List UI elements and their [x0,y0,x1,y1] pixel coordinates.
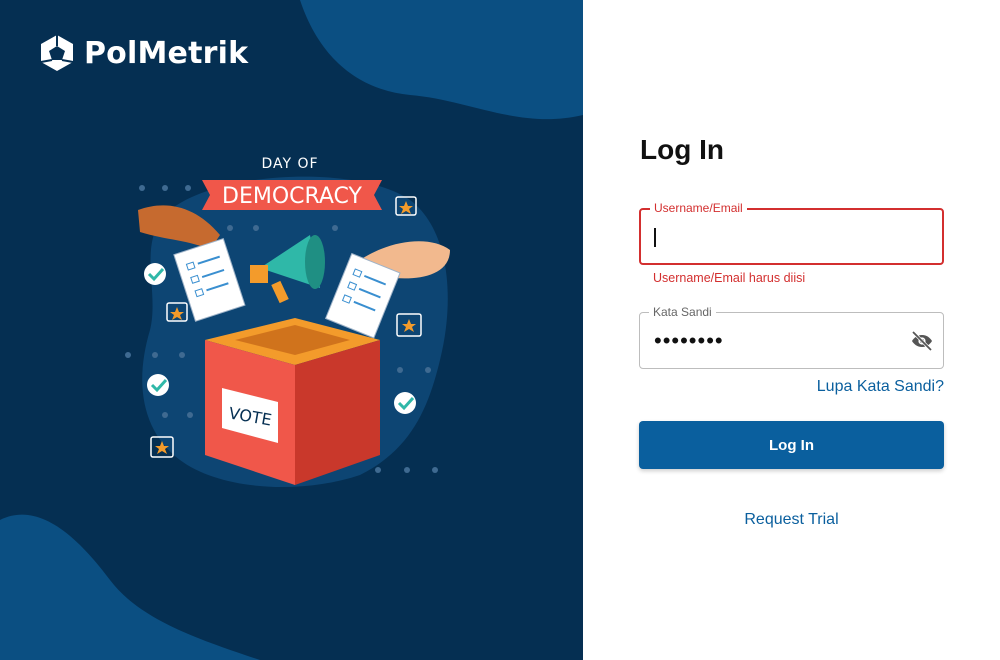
forgot-password-link[interactable]: Lupa Kata Sandi? [817,378,944,396]
request-trial-link[interactable]: Request Trial [639,511,944,529]
democracy-illustration: DEMOCRACY VOTE DAY OF [110,150,470,495]
login-panel: Log In Username/Email Username/Email har… [583,0,1000,660]
password-field[interactable]: Kata Sandi •••••••• [639,305,944,369]
text-caret [654,228,656,247]
ribbon-label: DEMOCRACY [222,184,363,209]
brand-name: PolMetrik [84,35,249,71]
eye-off-icon[interactable] [909,329,935,353]
login-title: Log In [640,134,724,165]
username-error-text: Username/Email harus diisi [653,271,806,285]
password-label: Kata Sandi [649,305,716,319]
login-button[interactable]: Log In [639,421,944,469]
ballot-box-illustration: DEMOCRACY VOTE [125,176,450,488]
illustration-heading-small: DAY OF [261,156,319,172]
username-field[interactable]: Username/Email [639,201,944,265]
password-input[interactable]: •••••••• [654,330,724,352]
cube-logo-icon [40,35,74,71]
brand: PolMetrik [40,34,248,72]
username-input[interactable] [653,210,903,263]
hero-panel: PolMetrik DEMOCRACY VOTE DAY OF [0,0,583,660]
